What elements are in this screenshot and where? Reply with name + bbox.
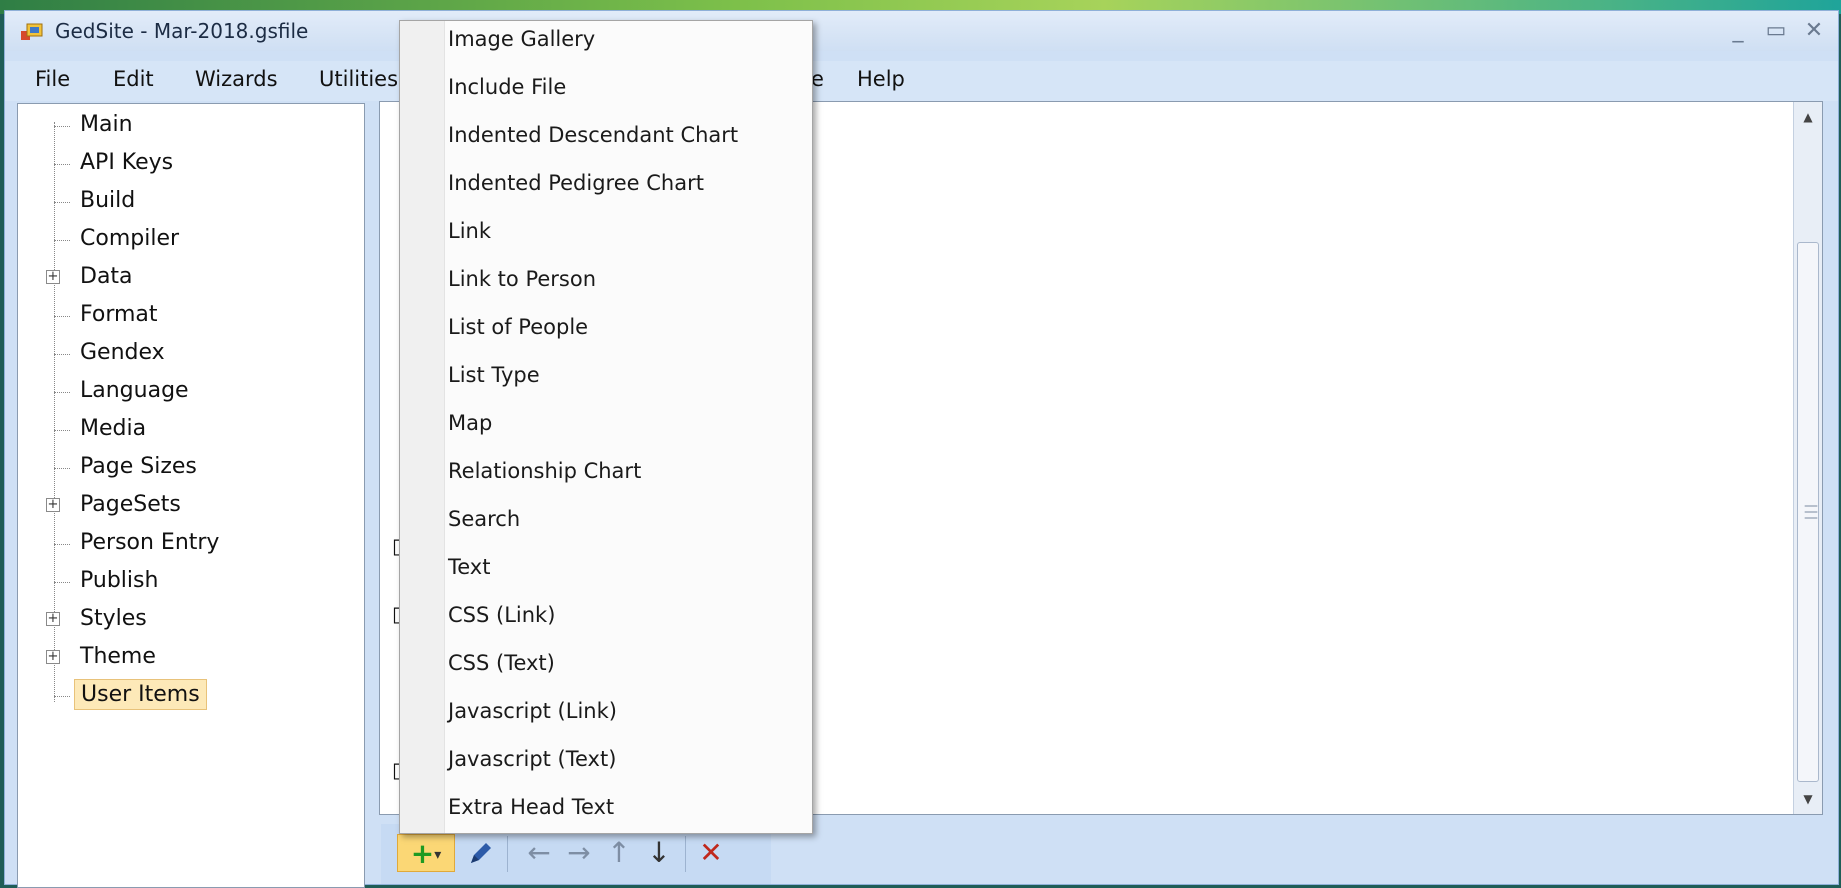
tree-item-label: User Items — [74, 679, 207, 710]
tree-item[interactable]: Format — [18, 298, 364, 334]
expand-plus-icon[interactable]: + — [46, 612, 60, 626]
dropdown-menu-item[interactable]: Relationship Chart — [448, 459, 641, 483]
tree-connector-line — [54, 430, 70, 431]
tree-item[interactable]: Publish — [18, 564, 364, 600]
dropdown-menu-item[interactable]: CSS (Text) — [448, 651, 555, 675]
tree-item[interactable]: Person Entry — [18, 526, 364, 562]
tree-item-label: Main — [80, 112, 133, 137]
menu-utilities[interactable]: Utilities — [319, 67, 398, 91]
toolbar-separator — [685, 836, 686, 872]
tree-item-label: Styles — [80, 606, 147, 631]
window-title: GedSite - Mar-2018.gsfile — [55, 19, 309, 43]
tree-item[interactable]: Page Sizes — [18, 450, 364, 486]
minimize-button[interactable]: _ — [1720, 17, 1756, 45]
expand-plus-icon[interactable]: + — [46, 498, 60, 512]
scroll-down-arrow-icon[interactable]: ▼ — [1794, 786, 1822, 812]
tree-item[interactable]: Media — [18, 412, 364, 448]
tree-item-label: Format — [80, 302, 158, 327]
editor-scrollbar[interactable]: ▲ — — — ▼ — [1793, 102, 1822, 814]
tree-item[interactable]: + Theme — [18, 640, 364, 676]
menu-file[interactable]: File — [35, 67, 70, 91]
tree-item[interactable]: Compiler — [18, 222, 364, 258]
tree-item[interactable]: User Items — [18, 678, 364, 714]
maximize-button[interactable]: ▭ — [1758, 17, 1794, 45]
tree-item-label: Page Sizes — [80, 454, 197, 479]
settings-tree: Main API Keys Build Compiler + Data Format Gend… — [17, 103, 365, 888]
tree-item-label: Compiler — [80, 226, 180, 251]
tree-connector-line — [54, 354, 70, 355]
dropdown-menu-item[interactable]: Text — [448, 555, 490, 579]
tree-item[interactable]: Build — [18, 184, 364, 220]
tree-connector-line — [54, 544, 70, 545]
move-right-arrow-icon[interactable]: → — [561, 834, 597, 872]
dropdown-menu-item[interactable]: Extra Head Text — [448, 795, 614, 819]
app-window: GedSite - Mar-2018.gsfile _ ▭ ✕ File Edi… — [4, 10, 1839, 888]
add-item-button[interactable]: +▾ — [397, 834, 455, 872]
dropdown-menu-item[interactable]: Search — [448, 507, 520, 531]
scroll-up-arrow-icon[interactable]: ▲ — [1794, 104, 1822, 130]
tree-connector-line — [54, 316, 70, 317]
tree-connector-line — [54, 202, 70, 203]
tree-item[interactable]: Language — [18, 374, 364, 410]
menu-help[interactable]: Help — [857, 67, 905, 91]
expand-plus-icon[interactable]: + — [46, 650, 60, 664]
tree-connector-line — [54, 392, 70, 393]
tree-item-label: Person Entry — [80, 530, 220, 555]
dropdown-menu-item[interactable]: List Type — [448, 363, 540, 387]
tree-item[interactable]: + Styles — [18, 602, 364, 638]
dropdown-menu-item[interactable]: Link to Person — [448, 267, 596, 291]
edit-button[interactable] — [463, 834, 499, 872]
tree-item-label: Data — [80, 264, 133, 289]
chevron-down-icon: ▾ — [434, 847, 442, 863]
dropdown-menu-item[interactable]: CSS (Link) — [448, 603, 555, 627]
tree-connector-line — [54, 468, 70, 469]
expand-plus-icon[interactable]: + — [46, 270, 60, 284]
menu-icon-gutter — [400, 21, 445, 833]
tree-item-label: Language — [80, 378, 189, 403]
move-up-arrow-icon[interactable]: ↑ — [601, 834, 637, 872]
tree-connector-line — [54, 164, 70, 165]
tree-item-label: Publish — [80, 568, 159, 593]
move-down-arrow-icon[interactable]: ↓ — [641, 834, 677, 872]
menu-wizards[interactable]: Wizards — [195, 67, 278, 91]
add-item-dropdown-menu: Image Gallery Include File Indented Descen… — [399, 20, 813, 834]
dropdown-menu-item[interactable]: Indented Descendant Chart — [448, 123, 738, 147]
dropdown-menu-item[interactable]: List of People — [448, 315, 588, 339]
tree-item-label: Build — [80, 188, 136, 213]
tree-item-label: Theme — [80, 644, 156, 669]
tree-item[interactable]: API Keys — [18, 146, 364, 182]
tree-item[interactable]: + PageSets — [18, 488, 364, 524]
dropdown-menu-item[interactable]: Image Gallery — [448, 27, 595, 51]
tree-connector-line — [54, 696, 70, 697]
grip-icon: — — — — [1804, 498, 1818, 526]
tree-connector-line — [54, 240, 70, 241]
tree-item[interactable]: Main — [18, 108, 364, 144]
dropdown-menu-item[interactable]: Map — [448, 411, 492, 435]
plus-icon: + — [410, 837, 435, 870]
tree-item-label: Media — [80, 416, 147, 441]
delete-icon[interactable]: ✕ — [693, 834, 729, 872]
tree-item-label: PageSets — [80, 492, 181, 517]
app-icon — [21, 23, 43, 40]
tree-item-label: Gendex — [80, 340, 165, 365]
scroll-thumb[interactable]: — — — — [1797, 242, 1819, 782]
dropdown-menu-item[interactable]: Indented Pedigree Chart — [448, 171, 704, 195]
pencil-icon — [471, 843, 491, 863]
toolbar-separator — [507, 836, 508, 872]
move-left-arrow-icon[interactable]: ← — [521, 834, 557, 872]
tree-item[interactable]: + Data — [18, 260, 364, 296]
menu-edit[interactable]: Edit — [113, 67, 154, 91]
tree-item[interactable]: Gendex — [18, 336, 364, 372]
tree-item-label: API Keys — [80, 150, 174, 175]
tree-connector-line — [54, 582, 70, 583]
dropdown-menu-item[interactable]: Javascript (Link) — [448, 699, 617, 723]
dropdown-menu-item[interactable]: Link — [448, 219, 491, 243]
dropdown-menu-item[interactable]: Javascript (Text) — [448, 747, 616, 771]
dropdown-menu-item[interactable]: Include File — [448, 75, 566, 99]
menu-bar: File Edit Wizards Utilities e Help — [5, 61, 1838, 101]
title-bar[interactable]: GedSite - Mar-2018.gsfile _ ▭ ✕ — [5, 11, 1838, 51]
close-window-button[interactable]: ✕ — [1796, 17, 1832, 45]
tree-connector-line — [54, 126, 70, 127]
